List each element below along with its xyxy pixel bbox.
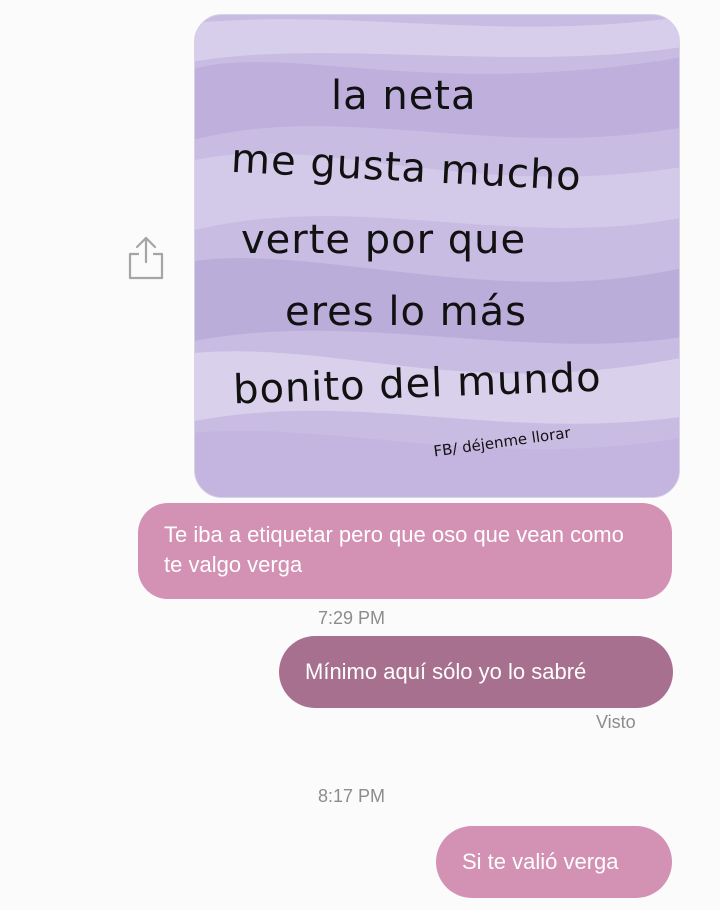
message-bubble-incoming[interactable]: Te iba a etiquetar pero que oso que vean… xyxy=(138,503,672,599)
share-button[interactable] xyxy=(126,232,166,280)
quote-line: me gusta mucho xyxy=(230,135,583,201)
share-icon xyxy=(128,236,164,280)
message-text: Te iba a etiquetar pero que oso que vean… xyxy=(164,522,624,577)
image-message[interactable]: la neta me gusta mucho verte por que ere… xyxy=(194,14,680,498)
quote-line: verte por que xyxy=(241,217,527,263)
message-text: Mínimo aquí sólo yo lo sabré xyxy=(305,659,587,684)
quote-line: la neta xyxy=(331,73,477,119)
quote-line: bonito del mundo xyxy=(232,354,603,414)
timestamp: 7:29 PM xyxy=(318,608,386,628)
timestamp: 8:17 PM xyxy=(318,786,386,806)
message-bubble-last[interactable]: Si te valió verga xyxy=(436,826,672,898)
quote-text: la neta me gusta mucho verte por que ere… xyxy=(195,15,679,497)
image-credit: FB/ déjenme llorar xyxy=(432,423,572,461)
quote-line: eres lo más xyxy=(285,289,527,335)
seen-status: Visto xyxy=(596,712,636,732)
message-bubble-outgoing[interactable]: Mínimo aquí sólo yo lo sabré xyxy=(279,636,673,708)
message-text: Si te valió verga xyxy=(462,849,619,874)
